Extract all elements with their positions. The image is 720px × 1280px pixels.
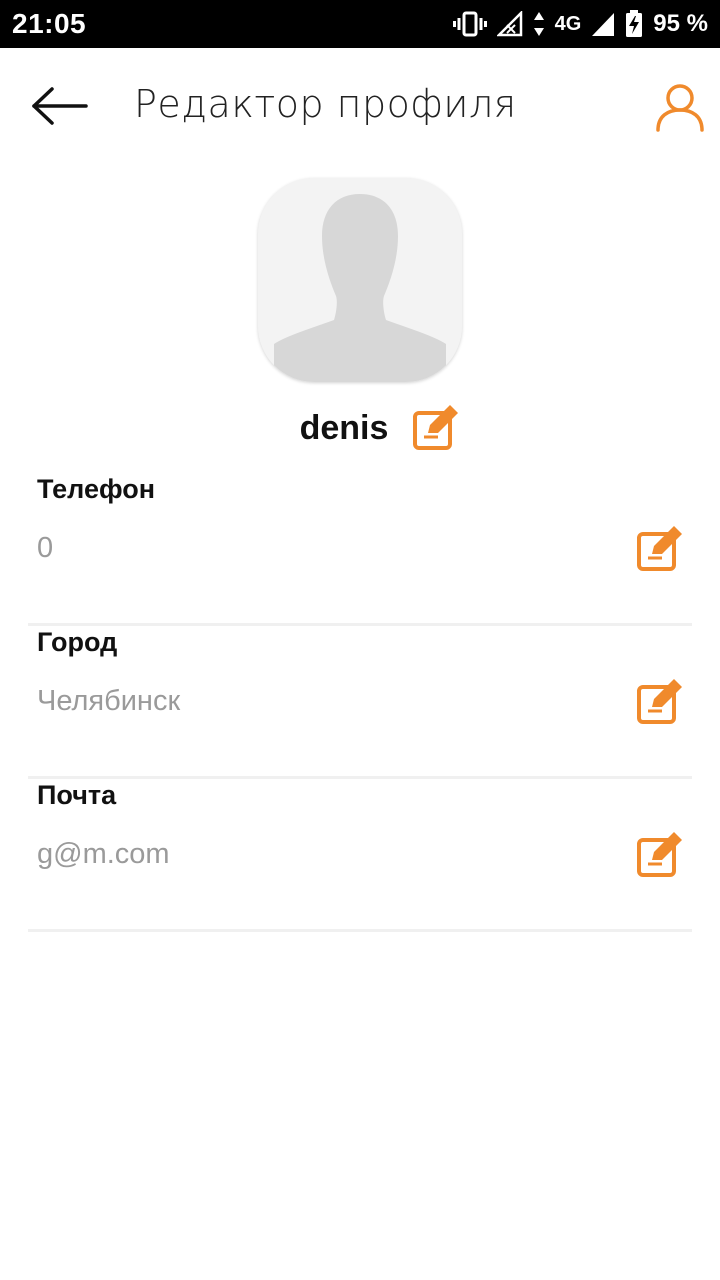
profile-button[interactable] [654, 82, 706, 134]
edit-username-button[interactable] [412, 403, 462, 453]
vibrate-icon [452, 10, 487, 38]
status-icons: 4G 95 % [452, 10, 708, 38]
edit-phone-button[interactable] [636, 524, 686, 574]
edit-city-button[interactable] [636, 677, 686, 727]
phone-label: Телефон [37, 474, 156, 504]
profile-editor-screen: 21:05 4G 95 % Редактор профиля denis Тел… [0, 0, 720, 1280]
network-type: 4G [554, 12, 582, 35]
username-row: denis [0, 398, 720, 458]
status-time: 21:05 [12, 8, 87, 39]
edit-icon [637, 526, 682, 571]
edit-icon [637, 679, 682, 724]
person-icon [656, 84, 704, 132]
edit-email-button[interactable] [636, 830, 686, 880]
battery-level: 95 % [653, 10, 708, 37]
app-bar: Редактор профиля [0, 48, 720, 168]
page-title: Редактор профиля [134, 82, 517, 126]
phone-value: 0 [37, 532, 54, 564]
status-bar: 21:05 4G 95 % [0, 0, 720, 48]
arrow-left-icon [32, 87, 88, 125]
signal-no-service-icon [496, 11, 523, 37]
username: denis [299, 408, 389, 447]
data-arrows-icon [533, 11, 545, 37]
edit-icon [637, 832, 682, 877]
avatar-silhouette-icon [258, 178, 462, 382]
signal-icon [591, 11, 615, 37]
city-field: Город Челябинск [28, 627, 692, 779]
avatar[interactable] [258, 178, 462, 382]
city-value: Челябинск [37, 685, 181, 717]
city-label: Город [37, 627, 118, 657]
email-value: g@m.com [37, 838, 170, 870]
phone-field: Телефон 0 [28, 474, 692, 626]
back-button[interactable] [30, 84, 90, 128]
edit-icon [413, 405, 459, 450]
email-label: Почта [37, 780, 117, 810]
battery-charging-icon [625, 10, 643, 38]
email-field: Почта g@m.com [28, 780, 692, 932]
